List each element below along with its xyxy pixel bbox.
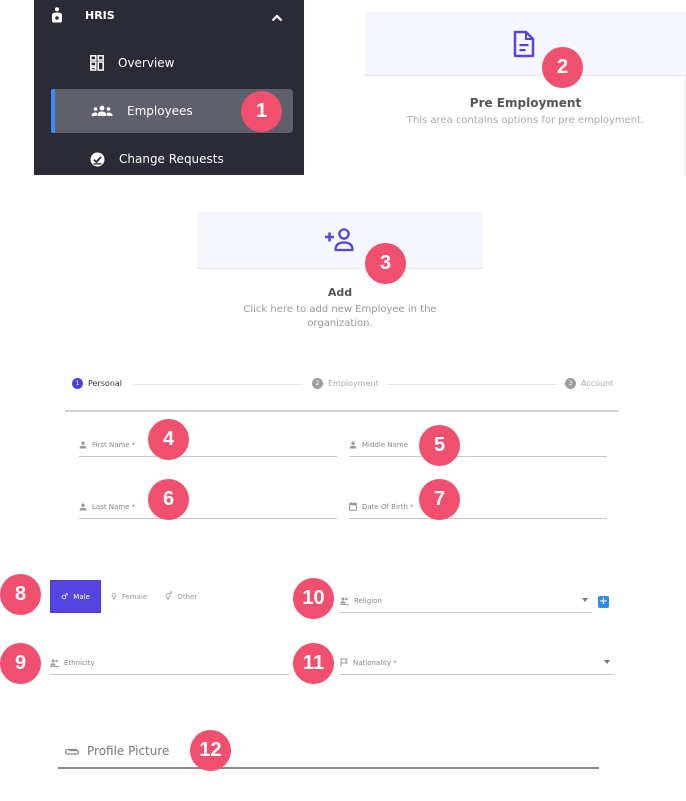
gender-label: Female [121,592,148,601]
sidebar-item-overview[interactable]: Overview [90,50,175,76]
pre-employment-title: Pre Employment [469,96,582,110]
step-number: 1 [72,378,83,389]
pre-employment-description: This area contains options for pre emplo… [406,115,645,126]
chevron-up-icon[interactable] [271,7,283,26]
person-icon [79,441,87,449]
profile-picture-label: Profile Picture [87,744,170,758]
annotation-badge-1: 1 [241,91,282,132]
other-gender-icon: ⚥ [165,592,173,601]
check-circle-icon [90,152,105,167]
religion-select[interactable]: Religion [340,589,592,613]
step-connector [133,384,303,385]
dropdown-arrow-icon [582,598,588,602]
profile-picture-input[interactable]: Profile Picture [58,735,599,769]
male-icon: ♂ [61,592,69,601]
step-label: Personal [88,379,123,388]
last-name-label: Last Name * [92,502,136,511]
ethnicity-field[interactable]: Ethnicity [50,651,290,675]
religion-label: Religion [354,596,382,605]
annotation-badge-8: 8 [0,574,41,615]
sidebar-item-employees[interactable]: Employees [91,98,193,124]
gender-option-other[interactable]: ⚥ Other [165,580,197,613]
step-number: 3 [565,378,576,389]
calendar-icon [349,502,357,511]
step-number: 2 [312,378,323,389]
dashboard-icon [90,55,104,71]
annotation-badge-3: 3 [365,243,406,284]
person-icon [79,503,87,511]
step-connector [387,384,557,385]
sidebar-item-label: Employees [127,104,193,118]
step-personal[interactable]: 1 Personal [72,378,122,389]
paperclip-icon [64,747,80,756]
add-religion-button[interactable]: + [598,596,609,608]
annotation-badge-7: 7 [419,479,460,520]
gender-label: Other [177,592,198,601]
group-icon [50,659,59,667]
gender-selector: ♂ Male ♀ Female ⚥ Other [50,580,197,613]
dropdown-arrow-icon [604,660,610,664]
sidebar-section-hris[interactable]: HRIS [51,4,291,26]
annotation-badge-4: 4 [148,419,189,460]
ethnicity-label: Ethnicity [64,658,95,667]
add-employee-title: Add [327,286,353,299]
date-of-birth-label: Date Of Birth * [362,502,414,511]
first-name-label: First Name * [92,440,136,449]
gender-option-female[interactable]: ♀ Female [111,580,147,613]
gender-option-male[interactable]: ♂ Male [50,580,101,613]
last-name-field[interactable]: Last Name * [79,495,337,519]
add-person-icon [323,227,357,257]
active-indicator [51,89,55,133]
document-icon [512,30,536,62]
hris-person-icon [51,7,63,23]
middle-name-label: Middle Name [362,440,408,449]
add-employee-card-header [197,212,483,269]
annotation-badge-12: 12 [190,730,231,771]
sidebar-item-label: Overview [118,56,175,70]
flag-icon [340,658,348,667]
middle-name-field[interactable]: Middle Name [349,433,607,457]
annotation-badge-6: 6 [148,479,189,520]
sidebar-item-label: Change Requests [119,152,224,166]
annotation-badge-2: 2 [542,47,583,88]
sidebar: HRIS Overview Employees Change Requests [34,0,304,175]
add-employee-description: Click here to add new Employee in the or… [243,304,437,329]
gender-label: Male [73,592,90,601]
pre-employment-card-header [365,12,686,76]
annotation-badge-5: 5 [419,425,460,466]
pre-employment-card[interactable]: Pre Employment This area contains option… [365,12,686,176]
female-icon: ♀ [111,592,117,601]
group-icon [340,597,349,605]
annotation-badge-9: 9 [0,643,41,684]
step-label: Account [581,379,614,388]
sidebar-item-change-requests[interactable]: Change Requests [90,146,224,172]
form-stepper: 1 Personal 2 Employment 3 Account [65,372,618,412]
step-label: Employment [328,379,379,388]
person-icon [349,441,357,449]
step-employment[interactable]: 2 Employment [312,378,379,389]
sidebar-section-label: HRIS [85,8,115,22]
date-of-birth-field[interactable]: Date Of Birth * [349,495,607,519]
people-icon [91,105,113,117]
nationality-select[interactable]: Nationality * [340,651,614,675]
first-name-field[interactable]: First Name * [79,433,337,457]
nationality-label: Nationality * [353,658,397,667]
annotation-badge-11: 11 [293,643,334,684]
add-employee-card[interactable]: Add Click here to add new Employee in th… [197,212,483,337]
step-account[interactable]: 3 Account [565,378,613,389]
annotation-badge-10: 10 [293,578,334,619]
